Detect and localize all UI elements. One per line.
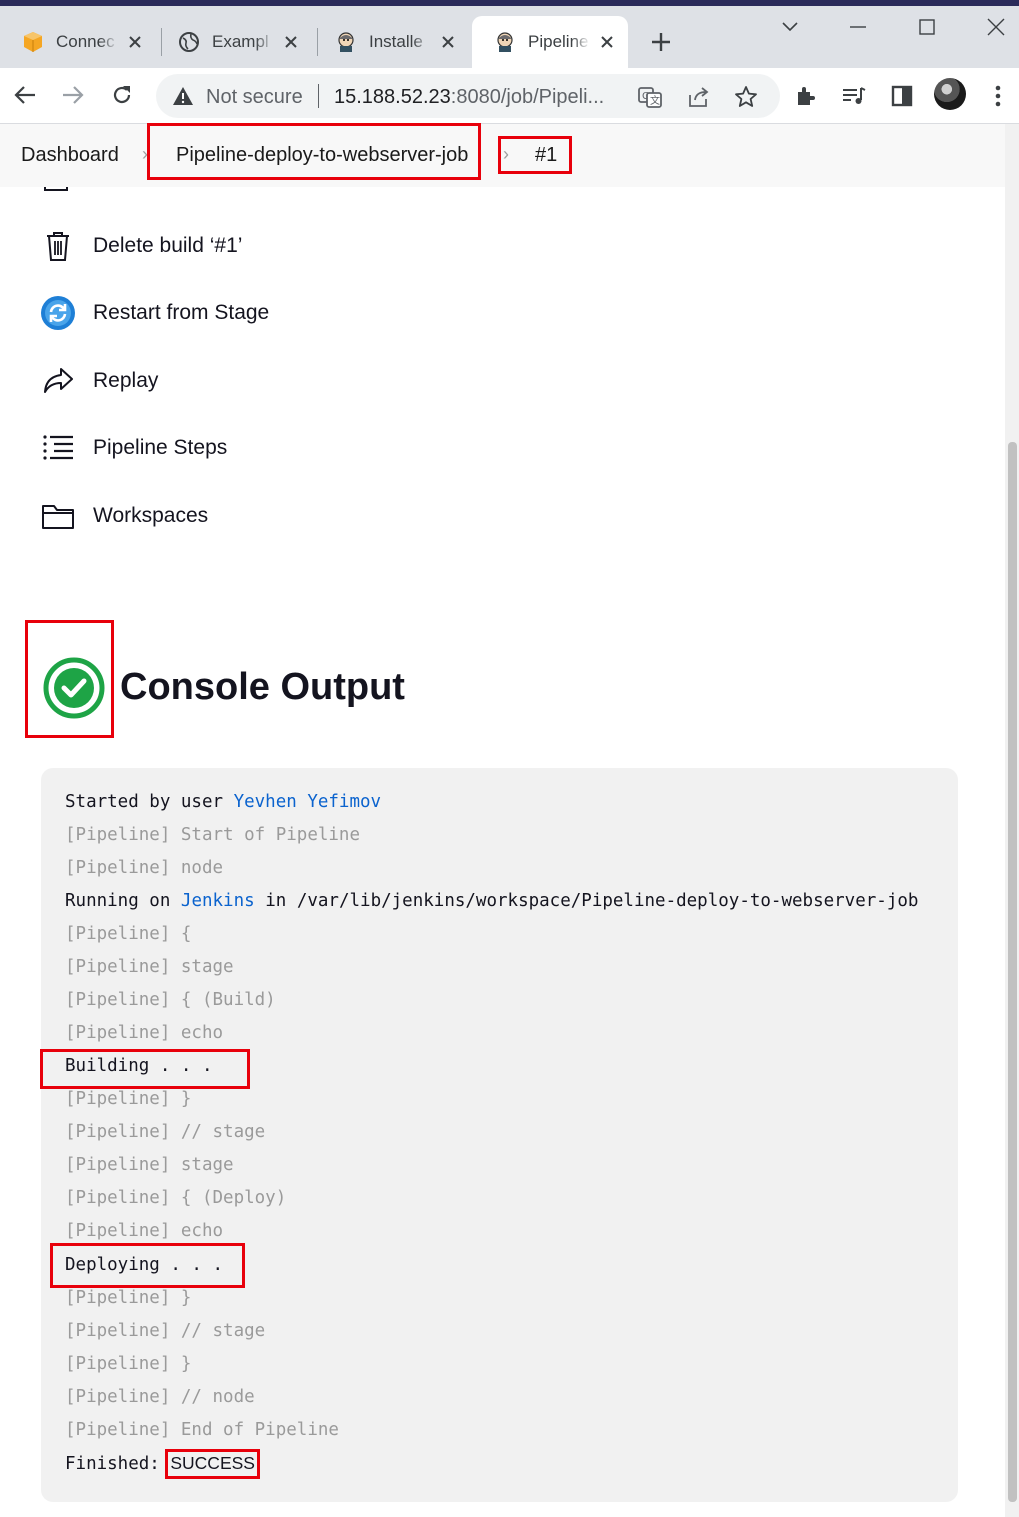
console-line: [Pipeline] // stage (65, 1321, 266, 1341)
console-line: [Pipeline] echo (65, 1221, 224, 1241)
sidebar-item-label: Replay (93, 369, 159, 392)
console-line: [Pipeline] // node (65, 1387, 255, 1407)
sidebar-item-workspaces[interactable]: Workspaces (40, 496, 208, 536)
clipped-icon (44, 187, 68, 191)
list-steps-icon (40, 430, 76, 466)
browser-toolbar: Not secure 15.188.52.23:8080/job/Pipeli.… (0, 68, 1019, 124)
tab-title: Pipeline (528, 32, 589, 51)
console-line: [Pipeline] echo (65, 1023, 224, 1043)
window-top-edge (0, 0, 1019, 6)
maximize-button[interactable] (912, 14, 942, 40)
tab-title: Exampl (212, 32, 269, 51)
folder-icon (40, 498, 76, 534)
side-panel-icon[interactable] (888, 82, 916, 110)
profile-avatar[interactable] (934, 78, 966, 110)
translate-icon[interactable]: G文 (638, 85, 662, 109)
console-line: [Pipeline] // stage (65, 1122, 266, 1142)
menu-kebab-icon[interactable] (984, 82, 1012, 110)
security-label[interactable]: Not secure (206, 86, 303, 109)
address-bar[interactable]: Not secure 15.188.52.23:8080/job/Pipeli.… (156, 74, 780, 118)
highlight-box-building (40, 1049, 250, 1089)
tab-installed[interactable]: Installe (313, 16, 473, 68)
sidebar-item-label: Workspaces (93, 504, 209, 527)
tab-title: Installe (369, 32, 423, 51)
console-line: [Pipeline] stage (65, 1155, 234, 1175)
tab-search-button[interactable] (775, 14, 805, 40)
console-line: [Pipeline] stage (65, 957, 234, 977)
svg-text:文: 文 (650, 94, 660, 107)
globe-icon (178, 31, 200, 53)
console-line: [Pipeline] } (65, 1288, 192, 1308)
highlight-box-status (25, 620, 114, 738)
aws-box-icon (22, 31, 44, 53)
tab-pipeline[interactable]: Pipeline (472, 16, 628, 68)
highlight-box-result (165, 1449, 260, 1479)
console-line: [Pipeline] { (Deploy) (65, 1188, 287, 1208)
sidebar-item-replay[interactable]: Replay (40, 361, 158, 401)
sidebar-item-label: Delete build ‘#1’ (93, 234, 243, 257)
warning-icon[interactable] (172, 86, 194, 106)
back-button[interactable] (10, 80, 40, 110)
user-link[interactable]: Yevhen Yefimov (234, 792, 382, 812)
console-line: [Pipeline] { (Build) (65, 990, 276, 1010)
close-window-button[interactable] (981, 14, 1011, 40)
console-text: Finished: (65, 1454, 171, 1474)
forward-button[interactable] (58, 80, 88, 110)
sidebar-item-label: Restart from Stage (93, 301, 270, 324)
console-output: Started by user Yevhen Yefimov [Pipeline… (41, 768, 958, 1502)
close-icon[interactable] (126, 33, 144, 51)
console-line: [Pipeline] } (65, 1089, 192, 1109)
console-line-started: Started by user Yevhen Yefimov (65, 792, 381, 812)
console-text: Running on (65, 891, 181, 911)
sidebar-item-label: Pipeline Steps (93, 436, 228, 459)
scrollbar-thumb[interactable] (1008, 442, 1017, 1502)
highlight-box-build (498, 136, 572, 174)
bookmark-star-icon[interactable] (734, 85, 758, 109)
restart-icon (40, 295, 76, 331)
tab-connect[interactable]: Connec (0, 16, 160, 68)
address-divider (318, 84, 319, 108)
new-tab-button[interactable] (647, 28, 675, 56)
console-line-running: Running on Jenkins in /var/lib/jenkins/w… (65, 891, 918, 911)
media-queue-icon[interactable] (840, 82, 868, 110)
extensions-icon[interactable] (792, 82, 820, 110)
highlight-box-deploying (50, 1243, 245, 1288)
trash-icon (40, 228, 76, 264)
page-title: Console Output (120, 666, 405, 708)
tab-title: Connec (56, 32, 115, 51)
url-text[interactable]: 15.188.52.23:8080/job/Pipeli... (334, 86, 604, 109)
console-line: [Pipeline] End of Pipeline (65, 1420, 339, 1440)
jenkins-icon (494, 31, 516, 53)
console-line: [Pipeline] { (65, 924, 192, 944)
console-line: [Pipeline] node (65, 858, 224, 878)
jenkins-icon (335, 31, 357, 53)
console-text: in /var/lib/jenkins/workspace/Pipeline-d… (254, 891, 919, 911)
url-path: :8080/job/Pipeli... (450, 86, 605, 108)
node-link[interactable]: Jenkins (181, 891, 255, 911)
close-icon[interactable] (282, 33, 300, 51)
page-scrollbar[interactable] (1005, 124, 1019, 1517)
console-line: [Pipeline] Start of Pipeline (65, 825, 361, 845)
sidebar-item-restart-from-stage[interactable]: Restart from Stage (40, 293, 269, 333)
close-icon[interactable] (439, 33, 457, 51)
url-host: 15.188.52.23 (334, 86, 451, 108)
close-icon[interactable] (598, 33, 616, 51)
minimize-button[interactable] (843, 14, 873, 40)
share-icon[interactable] (686, 85, 710, 109)
breadcrumb-dashboard[interactable]: Dashboard (21, 144, 119, 167)
reload-button[interactable] (107, 80, 137, 110)
tab-example[interactable]: Exampl (156, 16, 316, 68)
browser-tab-strip: Connec Exampl Installe Pipeline (0, 0, 1019, 68)
sidebar-item-delete-build[interactable]: Delete build ‘#1’ (40, 226, 242, 266)
highlight-box-job (147, 123, 481, 180)
sidebar-item-pipeline-steps[interactable]: Pipeline Steps (40, 428, 227, 468)
replay-icon (40, 363, 76, 399)
console-line: [Pipeline] } (65, 1354, 192, 1374)
console-text: Started by user (65, 792, 234, 812)
